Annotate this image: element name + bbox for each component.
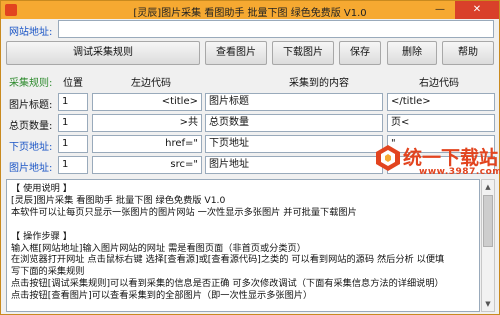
help-line: 在浏览器打开网址 点击鼠标右键 选择[查看源]或[查看源代码]之类的 可以看到网… [11,254,445,266]
help-line: 点击按钮[调试采集规则]可以看到采集的信息是否正确 可多次修改调试（下面有采集信… [11,278,444,290]
close-button[interactable]: ✕ [455,1,499,19]
rule-right-code-input[interactable]: 页< [387,114,495,132]
help-textarea[interactable]: 【 使用说明 】 [灵辰]图片采集 看图助手 批量下图 绿色免费版 V1.0 本… [6,179,480,312]
rule-position-input[interactable]: 1 [58,156,88,174]
help-line: 【 使用说明 】 [11,183,72,194]
header-right-code: 右边代码 [419,78,459,89]
help-line: 输入框[网站地址]输入图片网站的网址 需是看图页面（非首页或分类页） [11,242,306,254]
save-button[interactable]: 保存 [339,41,381,65]
minimize-button[interactable]: — [425,1,455,19]
help-line: 本软件可以让每页只显示一张图片的图片网站 一次性显示多张图片 并可批量下载图片 [11,206,357,218]
help-line: 写下面的采集规则 [11,266,85,278]
help-line: [灵辰]图片采集 看图助手 批量下图 绿色免费版 V1.0 [11,194,226,206]
help-line: 【 操作步骤 】 [11,230,72,242]
help-line: 点击按钮[查看图片]可以查看采集到的全部图片（即一次性显示多张图片） [11,290,313,302]
help-line [11,219,475,231]
download-images-button[interactable]: 下载图片 [272,41,334,65]
rule-label-image-url: 图片地址: [9,163,53,174]
header-left-code: 左边代码 [131,78,171,89]
rule-content-output: 图片标题 [205,93,383,111]
rule-label-page-count: 总页数量: [9,121,53,132]
view-images-button[interactable]: 查看图片 [205,41,267,65]
rule-position-input[interactable]: 1 [58,135,88,153]
main-window: [灵辰]图片采集 看图助手 批量下图 绿色免费版 V1.0 — ✕ 网站地址: … [0,0,500,315]
url-label: 网站地址: [9,27,53,38]
help-button[interactable]: 帮助 [442,41,494,65]
scroll-down-icon[interactable]: ▼ [482,297,494,311]
test-rule-button[interactable]: 调试采集规则 [6,41,200,65]
rule-content-output: 总页数量 [205,114,383,132]
rule-position-input[interactable]: 1 [58,114,88,132]
rule-label-next-page: 下页地址: [9,142,53,153]
header-content: 采集到的内容 [289,78,349,89]
rule-left-code-input[interactable]: href=" [92,135,202,153]
watermark: 统一下载站 www.3987.com [373,143,500,183]
url-input[interactable] [58,20,494,38]
rule-left-code-input[interactable]: >共 [92,114,202,132]
header-position: 位置 [63,78,83,89]
watermark-logo-icon [376,145,400,171]
rule-content-output: 下页地址 [205,135,383,153]
rules-title: 采集规则: [9,78,53,89]
help-scrollbar[interactable]: ▲ ▼ [481,179,495,312]
scroll-thumb[interactable] [483,195,493,247]
delete-button[interactable]: 删除 [387,41,437,65]
rule-right-code-input[interactable]: </title> [387,93,495,111]
rule-left-code-input[interactable]: <title> [92,93,202,111]
rule-label-title: 图片标题: [9,100,53,111]
rule-position-input[interactable]: 1 [58,93,88,111]
rule-left-code-input[interactable]: src=" [92,156,202,174]
watermark-text: 统一下载站 [403,147,499,169]
title-bar: [灵辰]图片采集 看图助手 批量下图 绿色免费版 V1.0 — ✕ [1,1,499,19]
rule-content-output: 图片地址 [205,156,383,174]
watermark-url: www.3987.com [419,167,500,177]
